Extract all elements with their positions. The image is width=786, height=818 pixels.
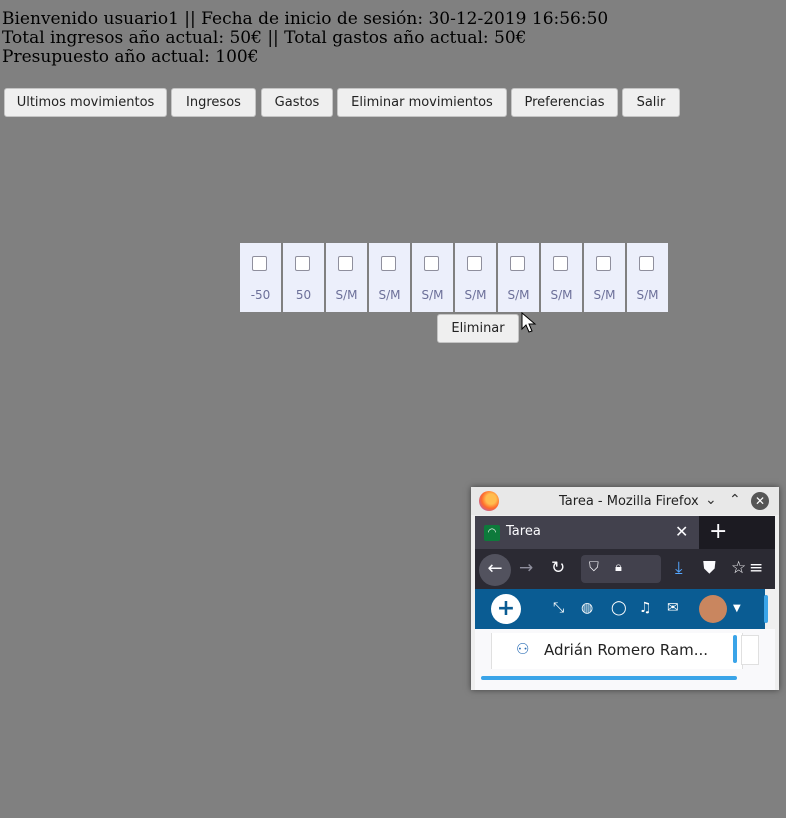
- session-header: Bienvenido usuario1 || Fecha de inicio d…: [2, 10, 608, 67]
- download-icon[interactable]: ⤓: [675, 558, 683, 578]
- movement-cell: S/M: [541, 243, 582, 312]
- site-header: + ⤡ ◍ ◯ ♫ ✉ ▼: [475, 589, 765, 629]
- movement-value: S/M: [421, 288, 444, 302]
- firefox-logo-icon: [479, 491, 499, 511]
- user-icon: ⚇: [516, 640, 530, 658]
- firefox-titlebar[interactable]: Tarea - Mozilla Firefox ⌄ ⌃ ✕: [471, 487, 779, 515]
- movement-value: S/M: [593, 288, 616, 302]
- movement-cell: S/M: [584, 243, 625, 312]
- movement-checkbox[interactable]: [510, 256, 525, 271]
- tracking-shield-icon[interactable]: ⛉: [589, 560, 599, 575]
- menu-button-eliminar-movimientos[interactable]: Eliminar movimientos: [337, 88, 507, 117]
- menu-button-preferencias[interactable]: Preferencias: [511, 88, 618, 117]
- firefox-window-title: Tarea - Mozilla Firefox: [559, 494, 699, 509]
- movement-cell: -50: [240, 243, 281, 312]
- bell-icon[interactable]: ♫: [639, 600, 652, 616]
- movement-value: S/M: [335, 288, 358, 302]
- budget-text: Presupuesto año actual: 100€: [2, 47, 259, 67]
- movement-value: S/M: [636, 288, 659, 302]
- movement-checkbox[interactable]: [424, 256, 439, 271]
- mail-icon[interactable]: ✉: [667, 600, 679, 616]
- bookmark-star-icon[interactable]: ☆: [731, 558, 746, 578]
- chat-icon[interactable]: ◯: [611, 600, 627, 616]
- reload-icon[interactable]: ↻: [551, 558, 565, 578]
- movement-cell: S/M: [498, 243, 539, 312]
- movement-value: S/M: [464, 288, 487, 302]
- url-bar[interactable]: ⛉ 🔒︎: [581, 555, 661, 583]
- delete-button[interactable]: Eliminar: [437, 314, 519, 343]
- add-icon[interactable]: +: [491, 594, 521, 624]
- panel-edge: [741, 635, 759, 665]
- firefox-window: Tarea - Mozilla Firefox ⌄ ⌃ ✕ ◠ Tarea ✕ …: [471, 487, 779, 690]
- page-content: ⚇ Adrián Romero Ram...: [475, 629, 775, 690]
- movement-cell: S/M: [455, 243, 496, 312]
- movement-checkbox[interactable]: [553, 256, 568, 271]
- welcome-text: Bienvenido usuario1 || Fecha de inicio d…: [2, 9, 609, 29]
- maximize-icon[interactable]: ⌃: [729, 492, 741, 508]
- movement-cell: S/M: [412, 243, 453, 312]
- totals-text: Total ingresos año actual: 50€ || Total …: [2, 28, 527, 48]
- minimize-icon[interactable]: ⌄: [705, 492, 717, 508]
- site-favicon-icon: ◠: [484, 525, 500, 541]
- movement-cell: S/M: [627, 243, 668, 312]
- movement-value: S/M: [378, 288, 401, 302]
- movement-value: S/M: [550, 288, 573, 302]
- avatar[interactable]: [699, 595, 727, 623]
- movement-checkbox[interactable]: [381, 256, 396, 271]
- tab-close-icon[interactable]: ✕: [675, 522, 688, 541]
- movement-checkbox[interactable]: [639, 256, 654, 271]
- user-menu-item[interactable]: ⚇ Adrián Romero Ram...: [491, 633, 743, 669]
- movement-checkbox[interactable]: [252, 256, 267, 271]
- firefox-tab[interactable]: ◠ Tarea ✕: [475, 516, 699, 549]
- lock-icon[interactable]: 🔒︎: [615, 560, 622, 575]
- firefox-navbar: ← → ↻ ⛉ 🔒︎ ⤓ ⛊ ☆ ≡: [475, 549, 775, 589]
- window-close-icon[interactable]: ✕: [751, 492, 769, 510]
- movement-value: S/M: [507, 288, 530, 302]
- menu-button-ultimos-movimientos[interactable]: Ultimos movimientos: [4, 88, 167, 117]
- mouse-cursor-icon: [521, 312, 537, 333]
- scrollbar[interactable]: [733, 635, 737, 663]
- menu-button-salir[interactable]: Salir: [622, 88, 680, 117]
- user-name: Adrián Romero Ram...: [544, 641, 709, 659]
- horizontal-scrollbar[interactable]: [481, 676, 737, 680]
- movement-checkbox[interactable]: [596, 256, 611, 271]
- firefox-tabbar: ◠ Tarea ✕ +: [475, 516, 775, 549]
- movement-value: -50: [250, 288, 271, 302]
- tab-label: Tarea: [506, 524, 541, 539]
- extension-icon[interactable]: ⛊: [703, 558, 716, 578]
- scrollbar[interactable]: [764, 595, 768, 623]
- chevron-down-icon[interactable]: ▼: [733, 603, 741, 614]
- movement-value: 50: [295, 288, 312, 302]
- movement-checkbox[interactable]: [467, 256, 482, 271]
- movement-checkbox[interactable]: [295, 256, 310, 271]
- movement-checkbox[interactable]: [338, 256, 353, 271]
- globe-icon[interactable]: ◍: [581, 600, 593, 616]
- menu-button-ingresos[interactable]: Ingresos: [171, 88, 256, 117]
- forward-icon[interactable]: →: [519, 558, 533, 578]
- new-tab-icon[interactable]: +: [709, 519, 727, 544]
- movement-cell: S/M: [369, 243, 410, 312]
- movement-cell: S/M: [326, 243, 367, 312]
- menu-button-gastos[interactable]: Gastos: [261, 88, 333, 117]
- menu-hamburger-icon[interactable]: ≡: [749, 558, 763, 578]
- collapse-icon[interactable]: ⤡: [553, 600, 564, 616]
- back-icon[interactable]: ←: [479, 554, 511, 586]
- movement-cell: 50: [283, 243, 324, 312]
